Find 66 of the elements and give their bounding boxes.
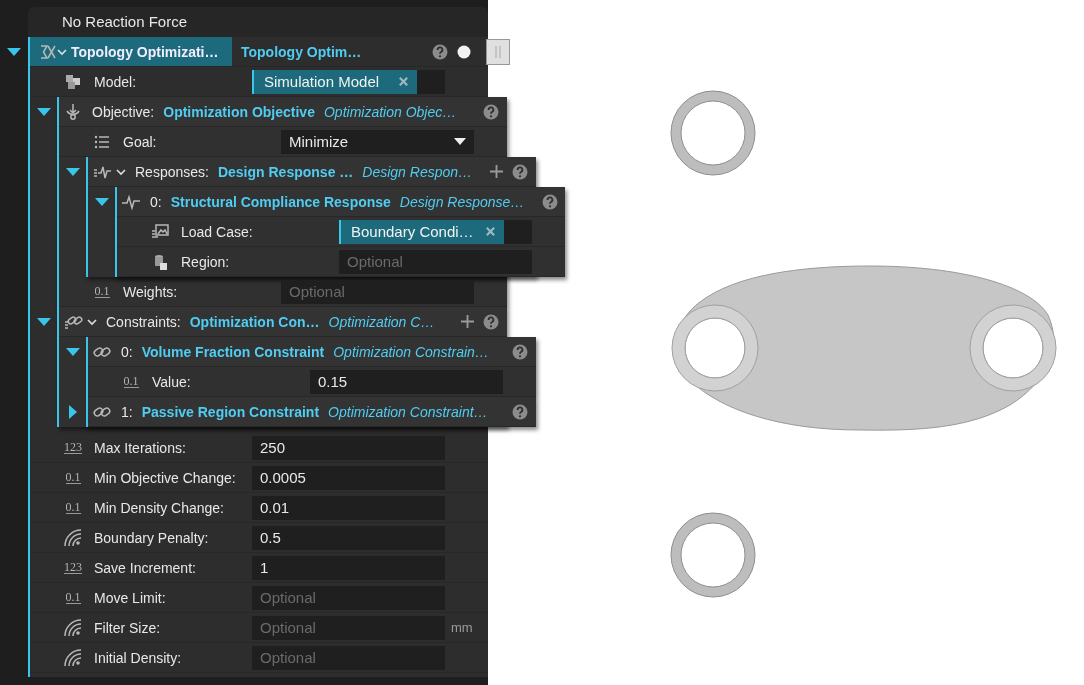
dropdown[interactable]: Minimize [281, 129, 474, 154]
item-title: Topology Optimizati… [71, 43, 219, 60]
help-icon[interactable] [483, 313, 499, 330]
field-label: Boundary Penalty: [94, 529, 210, 546]
item-index: 1: [121, 403, 133, 420]
panel-header: No Reaction Force [28, 7, 488, 37]
object-name[interactable]: Volume Fraction Constraint [141, 343, 325, 360]
object-type: Optimization Constrain… [333, 343, 489, 360]
help-icon[interactable] [512, 163, 529, 180]
input-field[interactable]: 0.5 [252, 525, 445, 550]
clear-icon[interactable] [485, 226, 496, 237]
object-type: Optimization Objec… [323, 103, 457, 120]
pause-button[interactable] [486, 38, 510, 65]
object-type: Optimization Constraint… [328, 403, 488, 420]
item-index: 0: [150, 193, 162, 210]
arcs-icon [63, 527, 83, 548]
object-name[interactable]: Passive Region Constraint [141, 403, 320, 420]
field-label: Weights: [123, 283, 179, 300]
field-label: Min Density Change: [94, 499, 225, 516]
field-label: Filter Size: [94, 619, 162, 636]
property-label: Constraints: [106, 313, 181, 330]
arrow-target-icon [63, 101, 83, 122]
help-icon[interactable] [512, 343, 528, 360]
field-label: Max Iterations: [94, 439, 187, 456]
object-type: Optimization C… [328, 313, 435, 330]
field-label: Load Case: [181, 223, 254, 240]
field-label: Min Objective Change: [94, 469, 237, 486]
field-label: Region: [181, 253, 231, 270]
item-index: 0: [121, 343, 133, 360]
status-dot-icon [457, 44, 471, 59]
input-field[interactable]: 1 [252, 555, 445, 580]
object-type: Design Respon… [362, 163, 473, 180]
input-field[interactable]: 250 [252, 435, 445, 460]
input-field[interactable]: 0.01 [252, 495, 445, 520]
object-type: Design Response… [399, 193, 525, 210]
object-type: Topology Optim… [241, 43, 362, 60]
caret-icon [454, 137, 466, 146]
arcs-icon [63, 617, 83, 638]
help-icon[interactable] [542, 193, 559, 210]
field-label: Value: [152, 373, 192, 390]
chevron-icon[interactable] [57, 46, 67, 57]
object-name[interactable]: Optimization Objective [163, 103, 315, 120]
property-label: Objective: [92, 103, 155, 120]
input-field[interactable]: 0.15 [310, 369, 503, 394]
object-name[interactable]: Structural Compliance Response [170, 193, 391, 210]
clear-icon[interactable] [398, 76, 409, 87]
object-name[interactable]: Optimization Con… [189, 313, 320, 330]
tree-item[interactable]: Topology Optimizati… [30, 37, 232, 66]
property-label: Responses: [135, 163, 209, 180]
field-label: Model: [94, 73, 138, 90]
unit-label: mm [451, 620, 473, 635]
chevron-icon[interactable] [87, 316, 97, 327]
add-icon[interactable] [490, 165, 504, 178]
field-label: Move Limit: [94, 589, 167, 606]
help-icon[interactable] [432, 43, 448, 60]
field-label: Initial Density: [94, 649, 183, 666]
help-icon[interactable] [512, 403, 528, 420]
object-name[interactable]: Design Response … [217, 163, 354, 180]
input-field[interactable]: 0.0005 [252, 465, 445, 490]
pause-icon [493, 44, 503, 59]
help-icon[interactable] [483, 103, 499, 120]
field-label: Goal: [123, 133, 158, 150]
field-label: Save Increment: [94, 559, 197, 576]
chevron-icon[interactable] [116, 166, 126, 177]
add-icon[interactable] [461, 315, 474, 328]
arcs-icon [63, 647, 83, 668]
